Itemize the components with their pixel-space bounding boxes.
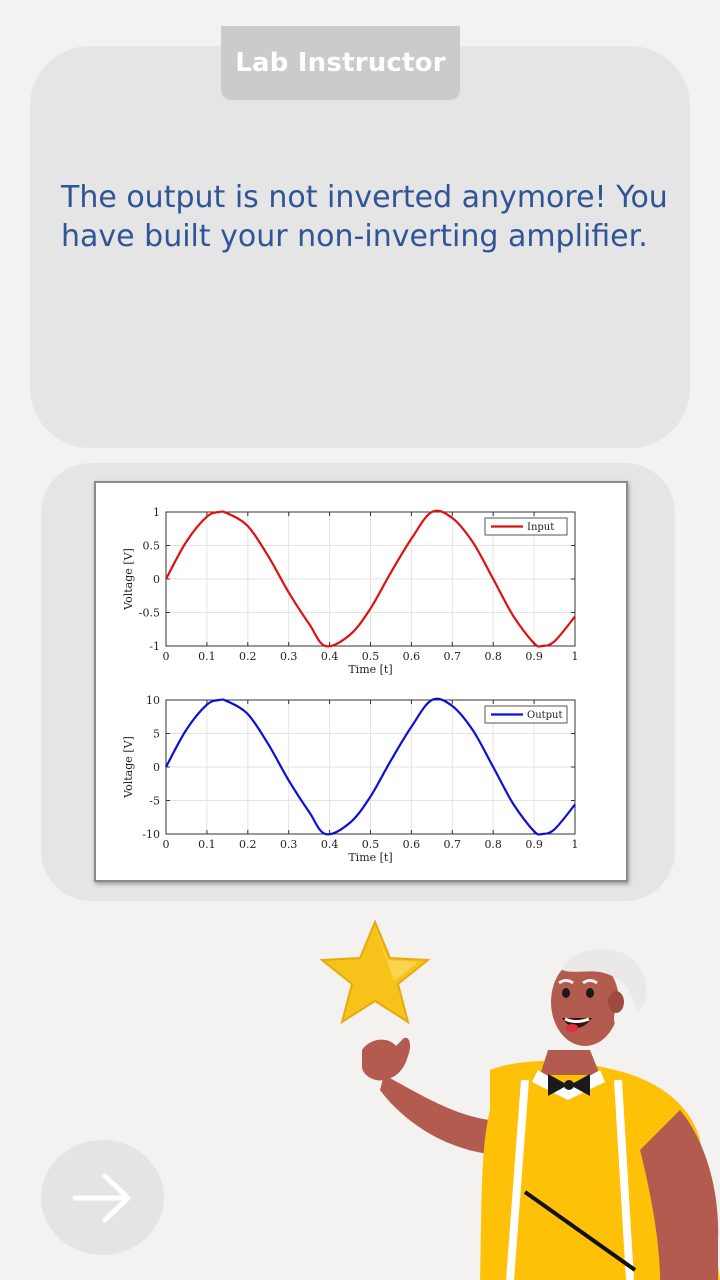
y-tick-label: 5 — [153, 728, 160, 741]
y-tick-label: -1 — [149, 640, 160, 653]
y-tick-label: -10 — [142, 828, 160, 841]
figure-svg: 0 0.1 0.2 0.3 0.4 0.5 0.6 0.7 0.8 0.9 1 1 0.5 0 -0.5 -1… — [122, 506, 579, 864]
x-tick-label: 1 — [572, 650, 579, 663]
dialog-message: The output is not inverted anymore! You … — [61, 180, 668, 254]
x-tick-label: 0.4 — [321, 838, 339, 851]
y-tick-label: -0.5 — [139, 607, 160, 620]
voltage-figure: 0 0.1 0.2 0.3 0.4 0.5 0.6 0.7 0.8 0.9 1 1 0.5 0 -0.5 -1… — [94, 481, 628, 882]
x-tick-label: 0 — [163, 650, 170, 663]
x-axis-label: Time [t] — [348, 851, 392, 864]
y-tick-label: -5 — [149, 795, 160, 808]
x-tick-label: 0.8 — [484, 650, 502, 663]
x-tick-label: 0.1 — [198, 838, 216, 851]
star-icon — [319, 919, 431, 1025]
x-tick-label: 0 — [163, 838, 170, 851]
x-tick-label: 0.2 — [239, 838, 256, 851]
x-tick-label: 0.7 — [444, 838, 462, 851]
x-tick-label: 0.5 — [362, 650, 380, 663]
legend-label: Input — [527, 522, 554, 533]
next-button[interactable] — [41, 1140, 164, 1255]
x-tick-label: 1 — [572, 838, 579, 851]
speaker-name: Lab Instructor — [221, 26, 460, 100]
arrow-right-icon — [72, 1173, 130, 1222]
x-tick-label: 0.9 — [525, 838, 543, 851]
x-tick-label: 0.3 — [280, 838, 298, 851]
x-axis-label: Time [t] — [348, 663, 392, 676]
y-tick-label: 0 — [153, 761, 160, 774]
x-tick-label: 0.2 — [239, 650, 256, 663]
y-axis-label: Voltage [V] — [122, 736, 135, 799]
x-tick-label: 0.5 — [362, 838, 380, 851]
x-tick-label: 0.7 — [444, 650, 462, 663]
y-tick-label: 0 — [153, 573, 160, 586]
x-tick-label: 0.4 — [321, 650, 339, 663]
instructor-character — [362, 948, 720, 1280]
instructor-illustration — [319, 919, 720, 1280]
x-tick-label: 0.3 — [280, 650, 298, 663]
y-axis-label: Voltage [V] — [122, 548, 135, 611]
y-tick-label: 1 — [153, 506, 160, 519]
y-tick-label: 10 — [146, 694, 160, 707]
legend-label: Output — [527, 710, 563, 721]
x-tick-label: 0.9 — [525, 650, 543, 663]
x-tick-label: 0.1 — [198, 650, 216, 663]
x-tick-label: 0.6 — [403, 650, 421, 663]
x-tick-label: 0.8 — [484, 838, 502, 851]
y-tick-label: 0.5 — [143, 540, 161, 553]
x-tick-label: 0.6 — [403, 838, 421, 851]
